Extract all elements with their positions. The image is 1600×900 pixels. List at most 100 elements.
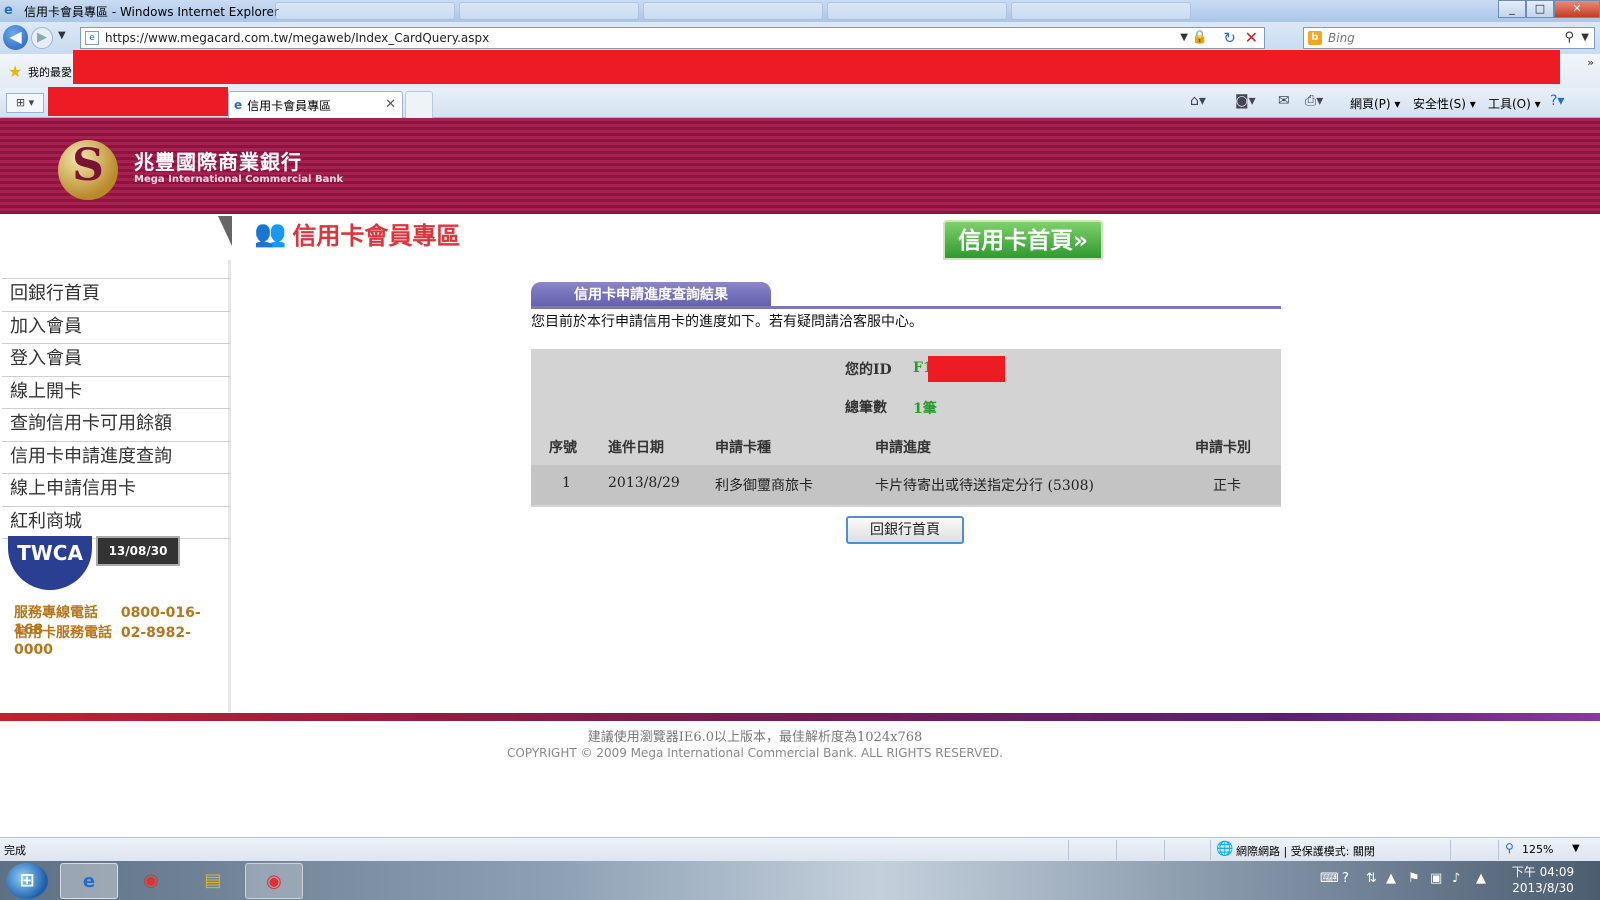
- quick-tabs-button[interactable]: ⊞ ▾: [6, 93, 44, 113]
- sidebar: 回銀行首頁 加入會員 登入會員 線上開卡 查詢信用卡可用餘額 信用卡申請進度查詢…: [0, 260, 231, 712]
- tab-active[interactable]: e 信用卡會員專區 ✕: [228, 91, 403, 118]
- sidebar-item-available-balance[interactable]: 查詢信用卡可用餘額: [2, 408, 230, 441]
- taskbar-folder-icon[interactable]: ▤: [184, 863, 242, 899]
- history-dropdown-icon[interactable]: ▼: [58, 30, 66, 41]
- ghost-tab: [1011, 2, 1191, 20]
- refresh-icon[interactable]: ↻: [1223, 29, 1236, 47]
- status-bar: 完成 🌐 網際網路 | 受保護模式: 關閉 ⚲ 125% ▼: [0, 837, 1600, 861]
- sidebar-item-rewards-mall[interactable]: 紅利商城: [2, 506, 230, 539]
- count-label: 總筆數: [845, 400, 887, 416]
- help-icon[interactable]: ?▾: [1550, 93, 1564, 109]
- zoom-icon[interactable]: ⚲: [1505, 841, 1514, 855]
- new-tab-button[interactable]: [405, 91, 433, 118]
- status-separator: [1068, 840, 1069, 860]
- chevron-icon[interactable]: »: [1587, 56, 1594, 69]
- ghost-tab: [827, 2, 1007, 20]
- section-divider: [531, 306, 1281, 309]
- copyright: COPYRIGHT © 2009 Mega International Comm…: [507, 746, 1003, 760]
- twca-date: 13/08/30: [96, 536, 180, 566]
- home-icon[interactable]: ⌂▾: [1190, 93, 1206, 109]
- keyboard-icon[interactable]: ⌨: [1320, 871, 1339, 886]
- ghost-tab: [459, 2, 639, 20]
- back-to-bank-home-button[interactable]: 回銀行首頁: [846, 516, 964, 544]
- status-separator: [1116, 840, 1117, 860]
- sidebar-item-join[interactable]: 加入會員: [2, 311, 230, 344]
- start-button[interactable]: ⊞: [6, 863, 48, 899]
- address-dropdown-icon[interactable]: ▼: [1180, 32, 1188, 43]
- search-dropdown-icon[interactable]: ▼: [1581, 32, 1589, 43]
- stop-icon[interactable]: ✕: [1245, 28, 1258, 47]
- mail-icon[interactable]: ✉: [1278, 93, 1290, 109]
- redaction-block: [928, 356, 1005, 382]
- sidebar-item-activate-card[interactable]: 線上開卡: [2, 376, 230, 409]
- minimize-button[interactable]: _: [1498, 0, 1526, 18]
- address-bar[interactable]: e https://www.megacard.com.tw/megaweb/In…: [80, 27, 1265, 49]
- cell-card-type: 利多御璽商旅卡: [715, 478, 813, 494]
- maximize-button[interactable]: □: [1526, 0, 1554, 18]
- ghost-tab: [643, 2, 823, 20]
- zoom-dropdown-icon[interactable]: ▼: [1572, 843, 1580, 854]
- language-icon[interactable]: ⇅: [1366, 871, 1377, 886]
- zoom-level[interactable]: 125%: [1522, 843, 1553, 856]
- ie-tab-icon: e: [234, 98, 243, 112]
- result-section-tab: 信用卡申請進度查詢結果: [531, 282, 771, 308]
- status-text: 完成: [4, 844, 26, 857]
- redaction-block: [73, 50, 1560, 84]
- favorites-label[interactable]: 我的最愛: [28, 64, 72, 80]
- back-button[interactable]: ◀: [3, 25, 28, 50]
- taskbar-chrome-icon[interactable]: ◉: [122, 863, 180, 899]
- network-icon[interactable]: ▣: [1430, 871, 1442, 886]
- safety-menu[interactable]: 安全性(S) ▾: [1413, 95, 1476, 112]
- cell-progress: 卡片待寄出或待送指定分行 (5308): [875, 478, 1095, 494]
- id-label: 您的ID: [845, 362, 892, 378]
- result-panel: 您的ID F1 總筆數 1筆 序號 進件日期 申請卡種 申請進度 申請卡別 1 …: [531, 349, 1281, 507]
- close-window-button[interactable]: ✕: [1554, 0, 1600, 18]
- column-header-progress: 申請進度: [875, 440, 931, 456]
- search-box[interactable]: b Bing ⚲ ▼: [1303, 27, 1595, 49]
- sidebar-item-application-status[interactable]: 信用卡申請進度查詢: [2, 441, 230, 474]
- feeds-icon[interactable]: ◙▾: [1235, 93, 1256, 109]
- bank-name-english: Mega International Commercial Bank: [134, 174, 344, 185]
- cell-seq: 1: [562, 475, 571, 491]
- window-title: 信用卡會員專區 - Windows Internet Explorer: [24, 4, 279, 19]
- browser-notice: 建議使用瀏覽器IE6.0以上版本，最佳解析度為1024x768: [587, 730, 923, 745]
- search-icon[interactable]: ⚲: [1564, 30, 1574, 45]
- column-header-card-class: 申請卡別: [1195, 440, 1251, 456]
- taskbar-clock[interactable]: 下午 04:09 2013/8/30: [1503, 864, 1583, 896]
- column-header-seq: 序號: [549, 440, 577, 456]
- ghost-tab: [275, 2, 455, 20]
- tab-title[interactable]: 信用卡會員專區: [247, 97, 331, 114]
- sidebar-item-bank-home[interactable]: 回銀行首頁: [2, 278, 230, 311]
- security-zone[interactable]: 網際網路 | 受保護模式: 關閉: [1236, 843, 1375, 859]
- bank-name-chinese: 兆豐國際商業銀行: [134, 150, 302, 174]
- flag-icon[interactable]: ⚑: [1408, 871, 1420, 886]
- show-hidden-icons[interactable]: ▲: [1386, 871, 1396, 886]
- background-windows: [275, 2, 1191, 20]
- print-icon[interactable]: ⎙▾: [1305, 93, 1323, 109]
- card-home-button[interactable]: 信用卡首頁»: [943, 220, 1103, 260]
- volume-icon[interactable]: ♪: [1452, 871, 1460, 886]
- tools-menu[interactable]: 工具(O) ▾: [1488, 95, 1541, 112]
- corner-decoration: [218, 216, 232, 246]
- sidebar-item-login[interactable]: 登入會員: [2, 343, 230, 376]
- cell-date: 2013/8/29: [608, 475, 680, 491]
- twca-seal: TWCA: [8, 536, 92, 590]
- taskbar-chrome-icon[interactable]: ◉: [245, 863, 303, 899]
- twca-certificate[interactable]: TWCA 13/08/30: [8, 536, 180, 598]
- search-placeholder[interactable]: Bing: [1328, 31, 1355, 45]
- forward-button[interactable]: ▶: [31, 27, 53, 49]
- taskbar-ie-icon[interactable]: e: [60, 863, 118, 899]
- result-intro: 您目前於本行申請信用卡的進度如下。若有疑問請洽客服中心。: [531, 314, 923, 330]
- favorites-star-icon[interactable]: ★: [8, 62, 22, 81]
- bank-logo-icon[interactable]: [58, 140, 118, 200]
- lock-icon[interactable]: 🔒: [1192, 30, 1208, 45]
- address-url[interactable]: https://www.megacard.com.tw/megaweb/Inde…: [105, 31, 489, 45]
- drive-icon[interactable]: ▲: [1476, 871, 1486, 886]
- ie-logo-icon: e: [4, 3, 13, 18]
- page-menu[interactable]: 網頁(P) ▾: [1350, 95, 1400, 112]
- close-tab-icon[interactable]: ✕: [385, 97, 396, 112]
- member-header: 👥 信用卡會員專區 信用卡首頁»: [0, 214, 1600, 260]
- sidebar-item-apply-online[interactable]: 線上申請信用卡: [2, 473, 230, 506]
- window-title-bar: e 信用卡會員專區 - Windows Internet Explorer _ …: [0, 0, 1600, 22]
- help-tray-icon[interactable]: ?: [1342, 871, 1349, 886]
